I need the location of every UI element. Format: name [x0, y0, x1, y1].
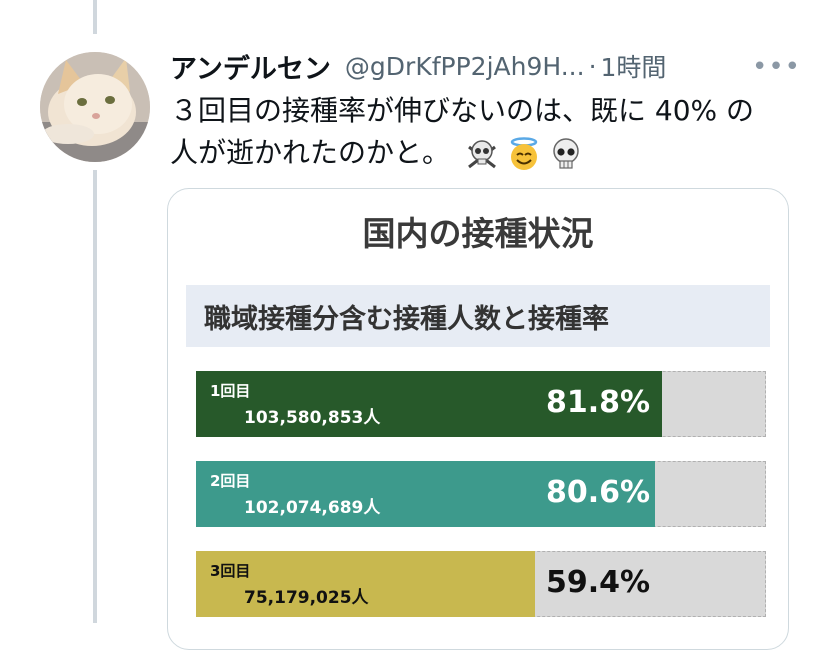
cat-avatar-icon — [40, 52, 150, 162]
dose-1-bar: 1回目 103,580,853人 81.8% — [196, 371, 766, 437]
skull-and-crossbones-icon — [468, 140, 496, 169]
more-options-icon[interactable]: ••• — [752, 52, 801, 82]
dose-label: 2回目 — [210, 472, 251, 490]
display-name[interactable]: アンデルセン — [170, 47, 331, 86]
tweet-text-line2-wrap: 人が逝かれたのかと。 — [170, 132, 810, 174]
avatar[interactable] — [40, 52, 150, 162]
thread-line-bottom — [93, 170, 97, 623]
tweet-text: ３回目の接種率が伸びないのは、既に 40% の 人が逝かれたのかと。 — [170, 90, 810, 174]
dose-2-bar: 2回目 102,074,689人 80.6% — [196, 461, 766, 527]
user-handle[interactable]: @gDrKfPP2jAh9H... — [345, 52, 585, 81]
dose-count: 75,179,025人 — [244, 588, 369, 608]
dose-label: 1回目 — [210, 382, 251, 400]
tweet-text-line2: 人が逝かれたのかと。 — [170, 136, 451, 169]
card-subtitle: 職域接種分含む接種人数と接種率 — [186, 285, 770, 347]
dose-3-bar: 3回目 75,179,025人 59.4% — [196, 551, 766, 617]
card-title: 国内の接種状況 — [362, 214, 594, 253]
attached-image-card[interactable]: 国内の接種状況 職域接種分含む接種人数と接種率 1回目 103,580,853人… — [167, 188, 789, 650]
tweet-header: アンデルセン @gDrKfPP2jAh9H... · 1時間 — [170, 46, 666, 86]
dose-count: 103,580,853人 — [244, 408, 381, 428]
dose-percent: 81.8% — [546, 385, 651, 420]
dose-percent: 59.4% — [546, 565, 651, 600]
tweet-timestamp[interactable]: 1時間 — [601, 48, 667, 84]
thread-line-top — [93, 0, 97, 34]
tweet-text-line1: ３回目の接種率が伸びないのは、既に 40% の — [170, 94, 755, 127]
emoji-row — [465, 137, 583, 171]
smiling-face-with-halo-icon — [510, 137, 538, 170]
dose-label: 3回目 — [210, 562, 251, 580]
dose-percent: 80.6% — [546, 475, 651, 510]
dose-count: 102,074,689人 — [244, 498, 381, 518]
skull-icon — [553, 138, 579, 169]
separator-dot: · — [588, 51, 597, 81]
